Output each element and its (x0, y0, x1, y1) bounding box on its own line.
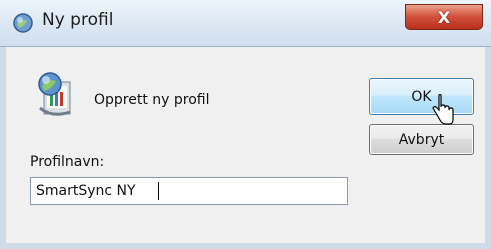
title-bar[interactable]: Ny profil X (0, 0, 491, 47)
mouse-pointer-icon (432, 94, 454, 125)
profile-icon (38, 72, 71, 116)
profile-name-label: Profilnavn: (30, 154, 105, 170)
close-button[interactable]: X (405, 4, 483, 30)
ok-button[interactable]: OK (369, 78, 474, 115)
new-profile-dialog: Ny profil X Opprett ny profil Profilnavn… (0, 0, 491, 249)
ok-button-label: OK (411, 88, 432, 105)
mail-profile-icon (13, 13, 33, 33)
close-icon: X (437, 7, 451, 27)
cancel-button-label: Avbryt (398, 131, 445, 148)
window-title: Ny profil (42, 10, 114, 30)
cancel-button[interactable]: Avbryt (369, 124, 474, 155)
profile-name-input[interactable] (30, 177, 348, 205)
create-profile-label: Opprett ny profil (94, 92, 210, 108)
text-caret (158, 182, 159, 200)
